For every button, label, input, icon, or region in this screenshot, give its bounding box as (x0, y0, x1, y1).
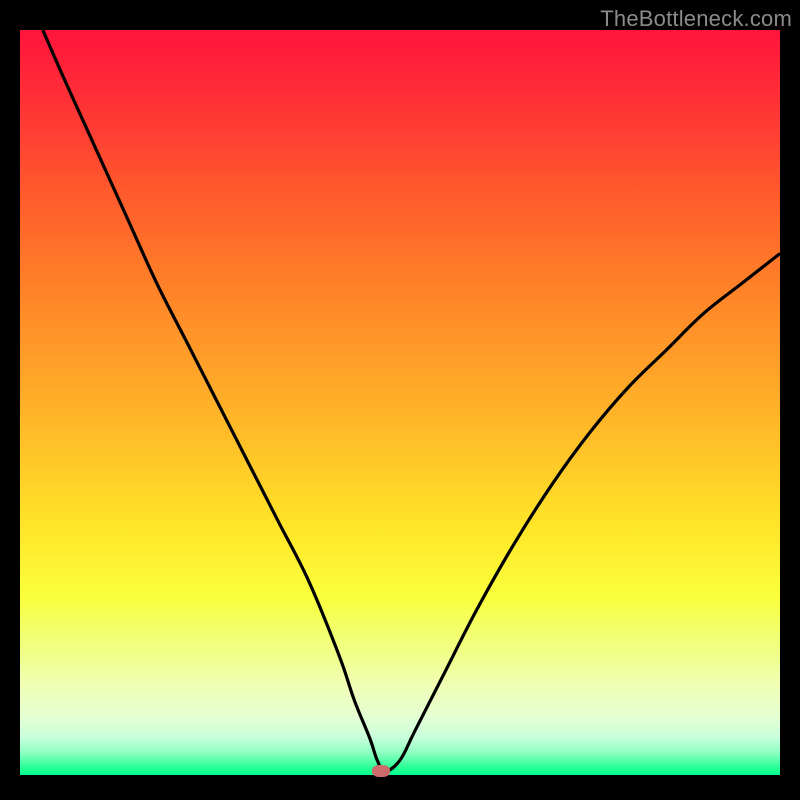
bottleneck-curve (20, 30, 780, 775)
optimal-point-marker (372, 765, 390, 777)
curve-path (43, 30, 780, 771)
chart-container: TheBottleneck.com (0, 0, 800, 800)
plot-area (20, 30, 780, 775)
watermark-text: TheBottleneck.com (600, 6, 792, 32)
